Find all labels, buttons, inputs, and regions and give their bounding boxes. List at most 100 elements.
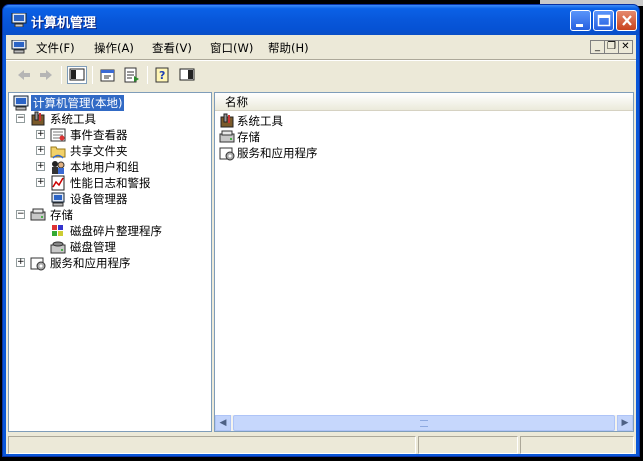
horizontal-scrollbar[interactable]: ◀ ▶ — [215, 415, 633, 431]
minimize-button[interactable] — [570, 10, 591, 31]
menu-window[interactable]: 窗口(W) — [210, 40, 253, 56]
properties-icon[interactable] — [98, 66, 118, 84]
computer-management-window: 计算机管理 文件(F) 操作(A) 查看(V) 窗口(W) 帮助(H) _ ❐ … — [2, 4, 640, 457]
tree-root-label[interactable]: 计算机管理(本地) — [31, 95, 125, 111]
child-close-button[interactable]: ✕ — [618, 40, 633, 54]
menu-action[interactable]: 操作(A) — [94, 40, 134, 56]
list-item-label: 存储 — [237, 130, 260, 144]
action-pane-icon[interactable] — [177, 66, 197, 84]
tree-item-label: 磁盘碎片整理程序 — [70, 224, 162, 238]
tree-item-performance-logs[interactable]: + 性能日志和警报 — [13, 175, 203, 191]
tree-item-label: 事件查看器 — [70, 128, 128, 142]
toolbar-separator — [147, 66, 148, 84]
storage-icon — [219, 130, 235, 143]
close-button[interactable] — [616, 10, 637, 31]
details-pane[interactable]: 名称 系统工具 存储 服务和应用程序 ◀ ▶ — [214, 92, 634, 432]
tree-item-device-manager[interactable]: 设备管理器 — [13, 191, 203, 207]
tree-item-label: 系统工具 — [50, 112, 96, 126]
toolbox-icon — [31, 111, 45, 126]
maximize-button[interactable] — [593, 10, 614, 31]
expand-icon[interactable]: + — [36, 178, 45, 187]
app-menu-icon[interactable] — [11, 40, 27, 54]
device-manager-icon — [51, 192, 65, 207]
menu-bar: 文件(F) 操作(A) 查看(V) 窗口(W) 帮助(H) _ ❐ ✕ — [6, 37, 636, 57]
forward-icon[interactable] — [36, 66, 56, 84]
expand-icon[interactable]: + — [16, 258, 25, 267]
shared-folder-icon — [50, 146, 66, 159]
disk-management-icon — [50, 241, 66, 254]
child-minimize-button[interactable]: _ — [590, 40, 605, 54]
back-icon[interactable] — [14, 66, 34, 84]
close-icon — [622, 15, 632, 26]
minimize-icon — [576, 24, 583, 27]
scroll-right-button[interactable]: ▶ — [617, 415, 633, 431]
tree-item-label: 性能日志和警报 — [70, 176, 151, 190]
event-viewer-icon — [50, 128, 66, 142]
console-tree[interactable]: 计算机管理(本地) − 系统工具 + 事件查看器 + 共享文件夹 + 本地用户和… — [8, 92, 212, 432]
expand-icon[interactable]: + — [36, 162, 45, 171]
toolbar-separator — [92, 66, 93, 84]
list-item-label: 系统工具 — [237, 114, 283, 128]
computer-icon — [11, 13, 27, 27]
tree-item-label: 共享文件夹 — [70, 144, 128, 158]
status-panel — [418, 436, 518, 454]
chevron-right-icon: ▶ — [621, 418, 629, 428]
tree-item-services[interactable]: + 服务和应用程序 — [13, 255, 203, 271]
help-icon[interactable]: ? — [153, 66, 173, 84]
menu-divider — [6, 59, 636, 61]
services-icon — [219, 147, 235, 161]
close-icon: ✕ — [621, 41, 630, 52]
storage-icon — [30, 208, 46, 221]
toolbar: ? — [6, 62, 636, 88]
scroll-thumb[interactable] — [233, 415, 615, 431]
svg-text:?: ? — [159, 69, 165, 82]
title-bar[interactable]: 计算机管理 — [3, 5, 639, 35]
tree-item-label: 磁盘管理 — [70, 240, 116, 254]
toolbox-icon — [220, 113, 234, 128]
menu-help[interactable]: 帮助(H) — [268, 40, 309, 56]
scroll-left-button[interactable]: ◀ — [215, 415, 231, 431]
tree-item-event-viewer[interactable]: + 事件查看器 — [13, 127, 203, 143]
collapse-icon[interactable]: − — [16, 114, 25, 123]
show-hide-tree-icon — [69, 68, 85, 81]
performance-icon — [51, 175, 65, 191]
status-panel — [520, 436, 634, 454]
toolbar-separator — [61, 66, 62, 84]
tree-item-storage[interactable]: − 存储 — [13, 207, 203, 223]
column-header[interactable]: 名称 — [215, 93, 633, 111]
tree-item-local-users[interactable]: + 本地用户和组 — [13, 159, 203, 175]
list-item[interactable]: 存储 — [219, 129, 419, 145]
scroll-grip — [420, 420, 428, 427]
computer-icon — [13, 95, 29, 111]
tree-item-disk-management[interactable]: 磁盘管理 — [13, 239, 203, 255]
tree-item-label: 服务和应用程序 — [50, 256, 131, 270]
status-panel — [8, 436, 416, 454]
tree-item-shared-folders[interactable]: + 共享文件夹 — [13, 143, 203, 159]
column-header-name[interactable]: 名称 — [215, 93, 633, 111]
list-item-label: 服务和应用程序 — [237, 146, 318, 160]
services-icon — [30, 257, 46, 271]
expand-icon[interactable]: + — [36, 146, 45, 155]
tree-root[interactable]: 计算机管理(本地) — [13, 95, 203, 111]
tree-item-label: 设备管理器 — [70, 192, 128, 206]
tree-item-defrag[interactable]: 磁盘碎片整理程序 — [13, 223, 203, 239]
chevron-left-icon: ◀ — [219, 418, 227, 428]
child-restore-button[interactable]: ❐ — [604, 40, 619, 54]
menu-file[interactable]: 文件(F) — [36, 40, 75, 56]
maximize-icon — [597, 14, 611, 27]
minimize-icon: _ — [595, 41, 600, 52]
defrag-icon — [52, 225, 63, 236]
restore-icon: ❐ — [607, 41, 616, 52]
window-title: 计算机管理 — [31, 16, 97, 31]
tree-item-label: 存储 — [50, 208, 73, 222]
export-list-icon[interactable] — [122, 66, 142, 84]
show-hide-tree-button[interactable] — [67, 66, 87, 84]
tree-item-label: 本地用户和组 — [70, 160, 139, 174]
list-item[interactable]: 系统工具 — [219, 113, 419, 129]
expand-icon[interactable]: + — [36, 130, 45, 139]
collapse-icon[interactable]: − — [16, 210, 25, 219]
menu-view[interactable]: 查看(V) — [152, 40, 192, 56]
users-icon — [52, 161, 65, 174]
list-item[interactable]: 服务和应用程序 — [219, 145, 419, 161]
tree-item-system-tools[interactable]: − 系统工具 — [13, 111, 203, 127]
